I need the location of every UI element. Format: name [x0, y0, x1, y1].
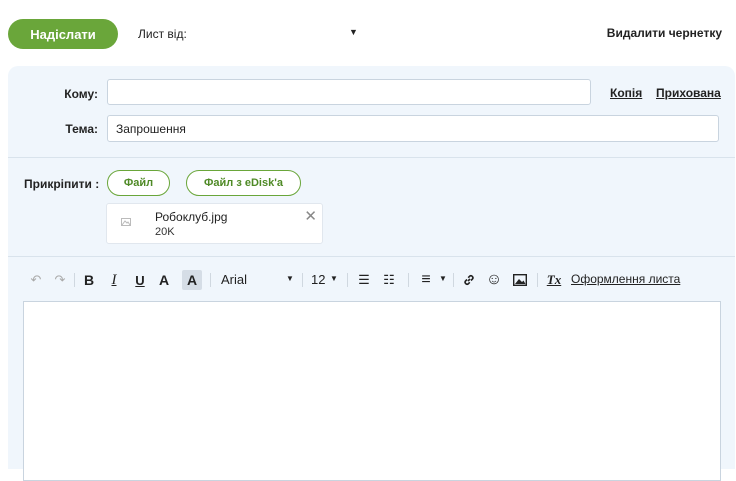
unordered-list-icon[interactable]: ☷ [381, 270, 397, 290]
font-color-button[interactable]: A [157, 270, 171, 290]
attachment-name: Робоклуб.jpg [155, 210, 228, 224]
chevron-down-icon[interactable]: ▼ [330, 274, 338, 283]
italic-button[interactable]: I [107, 270, 121, 290]
link-icon[interactable] [461, 270, 477, 290]
bold-button[interactable]: B [82, 270, 96, 290]
font-size-select[interactable]: 12 [311, 272, 325, 287]
chevron-down-icon[interactable]: ▼ [349, 27, 358, 37]
chevron-down-icon[interactable]: ▼ [286, 274, 294, 283]
emoji-icon[interactable]: ☺ [486, 270, 502, 290]
subject-field[interactable]: Запрошення [107, 115, 719, 142]
image-icon[interactable] [512, 270, 528, 290]
send-button[interactable]: Надіслати [8, 19, 118, 49]
divider [8, 157, 735, 158]
redo-icon[interactable]: ↷ [53, 270, 67, 290]
clear-format-button[interactable]: Tx [546, 270, 562, 290]
attach-label: Прикріпити : [24, 177, 100, 191]
chevron-down-icon[interactable]: ▼ [439, 274, 447, 283]
close-icon[interactable]: ✕ [304, 207, 317, 225]
background-color-button[interactable]: A [182, 270, 202, 290]
image-thumb-icon [121, 218, 131, 228]
toolbar-separator [537, 273, 538, 287]
attach-file-button[interactable]: Файл [107, 170, 170, 196]
letter-design-link[interactable]: Оформлення листа [571, 272, 680, 286]
to-label: Кому: [64, 87, 98, 101]
toolbar-separator [408, 273, 409, 287]
toolbar-separator [210, 273, 211, 287]
from-selector-label[interactable]: Лист від: [138, 27, 187, 41]
divider [8, 256, 735, 257]
font-family-select[interactable]: Arial [221, 272, 247, 287]
toolbar-separator [74, 273, 75, 287]
attachment-size: 20K [155, 226, 175, 238]
undo-icon[interactable]: ↶ [29, 270, 43, 290]
toolbar-separator [347, 273, 348, 287]
cc-link[interactable]: Копія [610, 86, 642, 100]
attachment-item: Робоклуб.jpg 20K ✕ [106, 203, 323, 244]
underline-button[interactable]: U [133, 270, 147, 290]
ordered-list-icon[interactable]: ☰ [356, 270, 372, 290]
toolbar-separator [302, 273, 303, 287]
subject-label: Тема: [65, 122, 98, 136]
to-field[interactable] [107, 79, 591, 105]
toolbar-separator [453, 273, 454, 287]
delete-draft-link[interactable]: Видалити чернетку [607, 26, 722, 40]
align-icon[interactable]: ≡ [418, 270, 434, 290]
attach-edisk-button[interactable]: Файл з eDisk'a [186, 170, 301, 196]
message-editor[interactable] [23, 301, 721, 481]
bcc-link[interactable]: Прихована [656, 86, 721, 100]
